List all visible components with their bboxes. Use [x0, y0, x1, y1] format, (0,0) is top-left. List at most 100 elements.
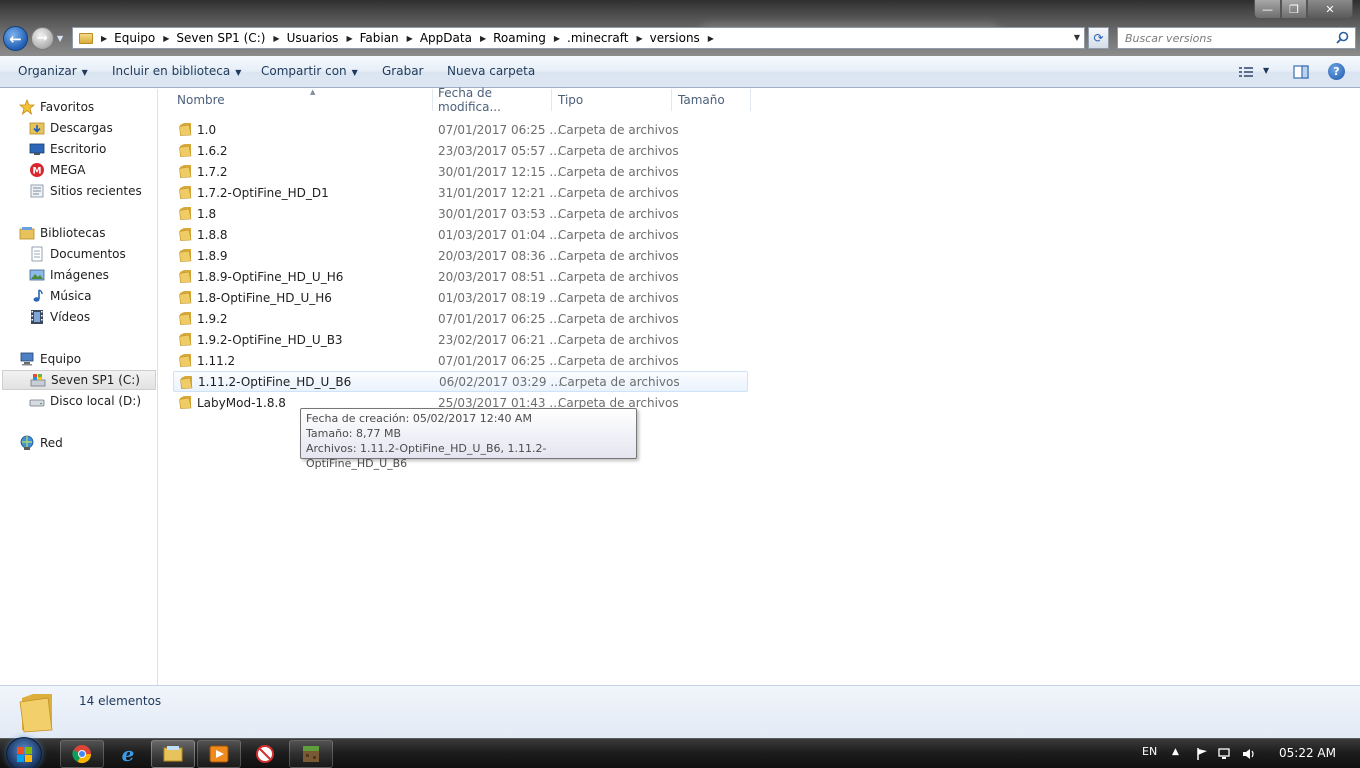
breadcrumb-appdata[interactable]: AppData [420, 31, 472, 45]
search-input[interactable] [1125, 29, 1335, 47]
table-row[interactable]: 1.7.2 30/01/2017 12:15 ... Carpeta de arch… [173, 161, 748, 182]
breadcrumb-drive-c[interactable]: Seven SP1 (C:) [176, 31, 265, 45]
network-status-icon[interactable] [1218, 747, 1232, 761]
back-button[interactable]: ← [3, 26, 28, 51]
refresh-button[interactable]: ⟳ [1088, 27, 1109, 49]
svg-text:M: M [33, 167, 42, 177]
file-name: 1.9.2 [197, 311, 228, 326]
view-dropdown-caret-icon[interactable]: ▼ [1263, 66, 1269, 75]
column-header-date[interactable]: Fecha de modifica... [433, 86, 552, 114]
drive-icon [29, 399, 45, 407]
address-history-dropdown[interactable]: ▼ [1074, 33, 1080, 42]
nav-videos[interactable]: Vídeos [0, 307, 157, 327]
chevron-right-icon[interactable]: ▶ [93, 34, 114, 43]
table-row[interactable]: 1.11.2 07/01/2017 06:25 ... Carpeta de arc… [173, 350, 748, 371]
maximize-button[interactable]: ❐ [1281, 0, 1307, 19]
computer-icon [20, 352, 34, 366]
table-row[interactable]: 1.8-OptiFine_HD_U_H6 01/03/2017 08:19 ...… [173, 287, 748, 308]
file-type: Carpeta de archivos [558, 143, 679, 158]
table-row[interactable]: 1.8.8 01/03/2017 01:04 ... Carpeta de arch… [173, 224, 748, 245]
start-button[interactable] [6, 737, 42, 768]
view-options-icon[interactable] [1238, 65, 1254, 79]
action-center-flag-icon[interactable] [1195, 747, 1209, 761]
taskbar-app[interactable] [243, 740, 287, 768]
address-bar[interactable]: ▶ Equipo ▶ Seven SP1 (C:) ▶ Usuarios ▶ F… [72, 27, 1085, 49]
new-folder-button[interactable]: Nueva carpeta [447, 64, 535, 78]
taskbar-internet-explorer[interactable]: e [106, 740, 150, 768]
column-header-size[interactable]: Tamaño [673, 89, 751, 111]
nav-downloads[interactable]: Descargas [0, 118, 157, 138]
chevron-right-icon[interactable]: ▶ [546, 34, 567, 43]
chevron-right-icon[interactable]: ▶ [399, 34, 420, 43]
language-indicator[interactable]: EN [1142, 745, 1157, 758]
preview-pane-icon[interactable] [1293, 65, 1309, 79]
file-name: 1.8 [197, 206, 217, 221]
nav-pictures[interactable]: Imágenes [0, 265, 157, 285]
nav-recent-places[interactable]: Sitios recientes [0, 181, 157, 201]
recent-pages-dropdown[interactable]: ▼ [57, 34, 63, 43]
table-row[interactable]: 1.8.9 20/03/2017 08:36 ... Carpeta de arch… [173, 245, 748, 266]
close-button[interactable]: ✕ [1307, 0, 1353, 19]
clock[interactable]: 05:22 AM [1279, 746, 1336, 760]
volume-icon[interactable] [1242, 747, 1256, 761]
chevron-right-icon[interactable]: ▶ [472, 34, 493, 43]
chevron-right-icon[interactable]: ▶ [155, 34, 176, 43]
breadcrumb-equipo[interactable]: Equipo [114, 31, 155, 45]
nav-mega[interactable]: M MEGA [0, 160, 157, 180]
taskbar-chrome[interactable] [60, 740, 104, 768]
taskbar-explorer[interactable] [151, 740, 195, 768]
burn-button[interactable]: Grabar [382, 64, 424, 78]
chevron-right-icon[interactable]: ▶ [628, 34, 649, 43]
downloads-folder-icon [29, 122, 45, 135]
help-icon[interactable]: ? [1328, 63, 1345, 80]
nav-drive-c[interactable]: Seven SP1 (C:) [2, 370, 156, 390]
recent-places-icon [30, 184, 44, 198]
nav-computer[interactable]: Equipo [0, 349, 157, 369]
chevron-right-icon[interactable]: ▶ [700, 34, 721, 43]
nav-favorites-label: Favoritos [40, 100, 95, 114]
minimize-button[interactable]: — [1254, 0, 1281, 19]
nav-drive-d[interactable]: Disco local (D:) [0, 391, 157, 411]
column-header-name[interactable]: Nombre ▲ [172, 88, 433, 111]
file-type: Carpeta de archivos [558, 122, 679, 137]
table-row[interactable]: 1.0 07/01/2017 06:25 ... Carpeta de archiv… [173, 119, 748, 140]
nav-documents[interactable]: Documentos [0, 244, 157, 264]
nav-mega-label: MEGA [50, 163, 86, 177]
folder-icon [179, 123, 192, 136]
details-pane: 14 elementos [0, 685, 1360, 738]
chevron-right-icon[interactable]: ▶ [265, 34, 286, 43]
forward-button[interactable]: → [31, 27, 54, 50]
column-header-type[interactable]: Tipo [553, 89, 672, 111]
table-row[interactable]: 1.8 30/01/2017 03:53 ... Carpeta de archiv… [173, 203, 748, 224]
folder-icon [179, 270, 192, 283]
share-with-button[interactable]: Compartir con ▼ [261, 64, 358, 78]
search-box[interactable] [1117, 27, 1356, 49]
breadcrumb-usuarios[interactable]: Usuarios [287, 31, 339, 45]
include-library-button[interactable]: Incluir en biblioteca ▼ [112, 64, 241, 78]
taskbar-media-player[interactable] [197, 740, 241, 768]
nav-network[interactable]: Red [0, 433, 157, 453]
breadcrumb-minecraft[interactable]: .minecraft [567, 31, 628, 45]
table-row[interactable]: 1.8.9-OptiFine_HD_U_H6 20/03/2017 08:51 .… [173, 266, 748, 287]
include-library-label: Incluir en biblioteca [112, 64, 231, 78]
file-name: 1.8.9 [197, 248, 228, 263]
table-row[interactable]: 1.11.2-OptiFine_HD_U_B6 06/02/2017 03:29 … [173, 371, 748, 392]
taskbar-minecraft[interactable] [289, 740, 333, 768]
folder-icon [179, 291, 192, 304]
breadcrumb-versions[interactable]: versions [650, 31, 700, 45]
table-row[interactable]: 1.9.2 07/01/2017 06:25 ... Carpeta de arch… [173, 308, 748, 329]
nav-music[interactable]: Música [0, 286, 157, 306]
file-name: 1.8-OptiFine_HD_U_H6 [197, 290, 332, 305]
table-row[interactable]: 1.6.2 23/03/2017 05:57 ... Carpeta de arch… [173, 140, 748, 161]
chevron-right-icon[interactable]: ▶ [338, 34, 359, 43]
organize-button[interactable]: Organizar ▼ [18, 64, 88, 78]
table-row[interactable]: 1.9.2-OptiFine_HD_U_B3 23/02/2017 06:21 .… [173, 329, 748, 350]
search-icon[interactable] [1336, 31, 1349, 44]
nav-desktop[interactable]: Escritorio [0, 139, 157, 159]
nav-favorites[interactable]: Favoritos [0, 97, 157, 117]
nav-libraries[interactable]: Bibliotecas [0, 223, 157, 243]
table-row[interactable]: 1.7.2-OptiFine_HD_D1 31/01/2017 12:21 ...… [173, 182, 748, 203]
breadcrumb-roaming[interactable]: Roaming [493, 31, 546, 45]
breadcrumb-fabian[interactable]: Fabian [360, 31, 399, 45]
show-hidden-icons-icon[interactable]: ▲ [1172, 747, 1179, 757]
